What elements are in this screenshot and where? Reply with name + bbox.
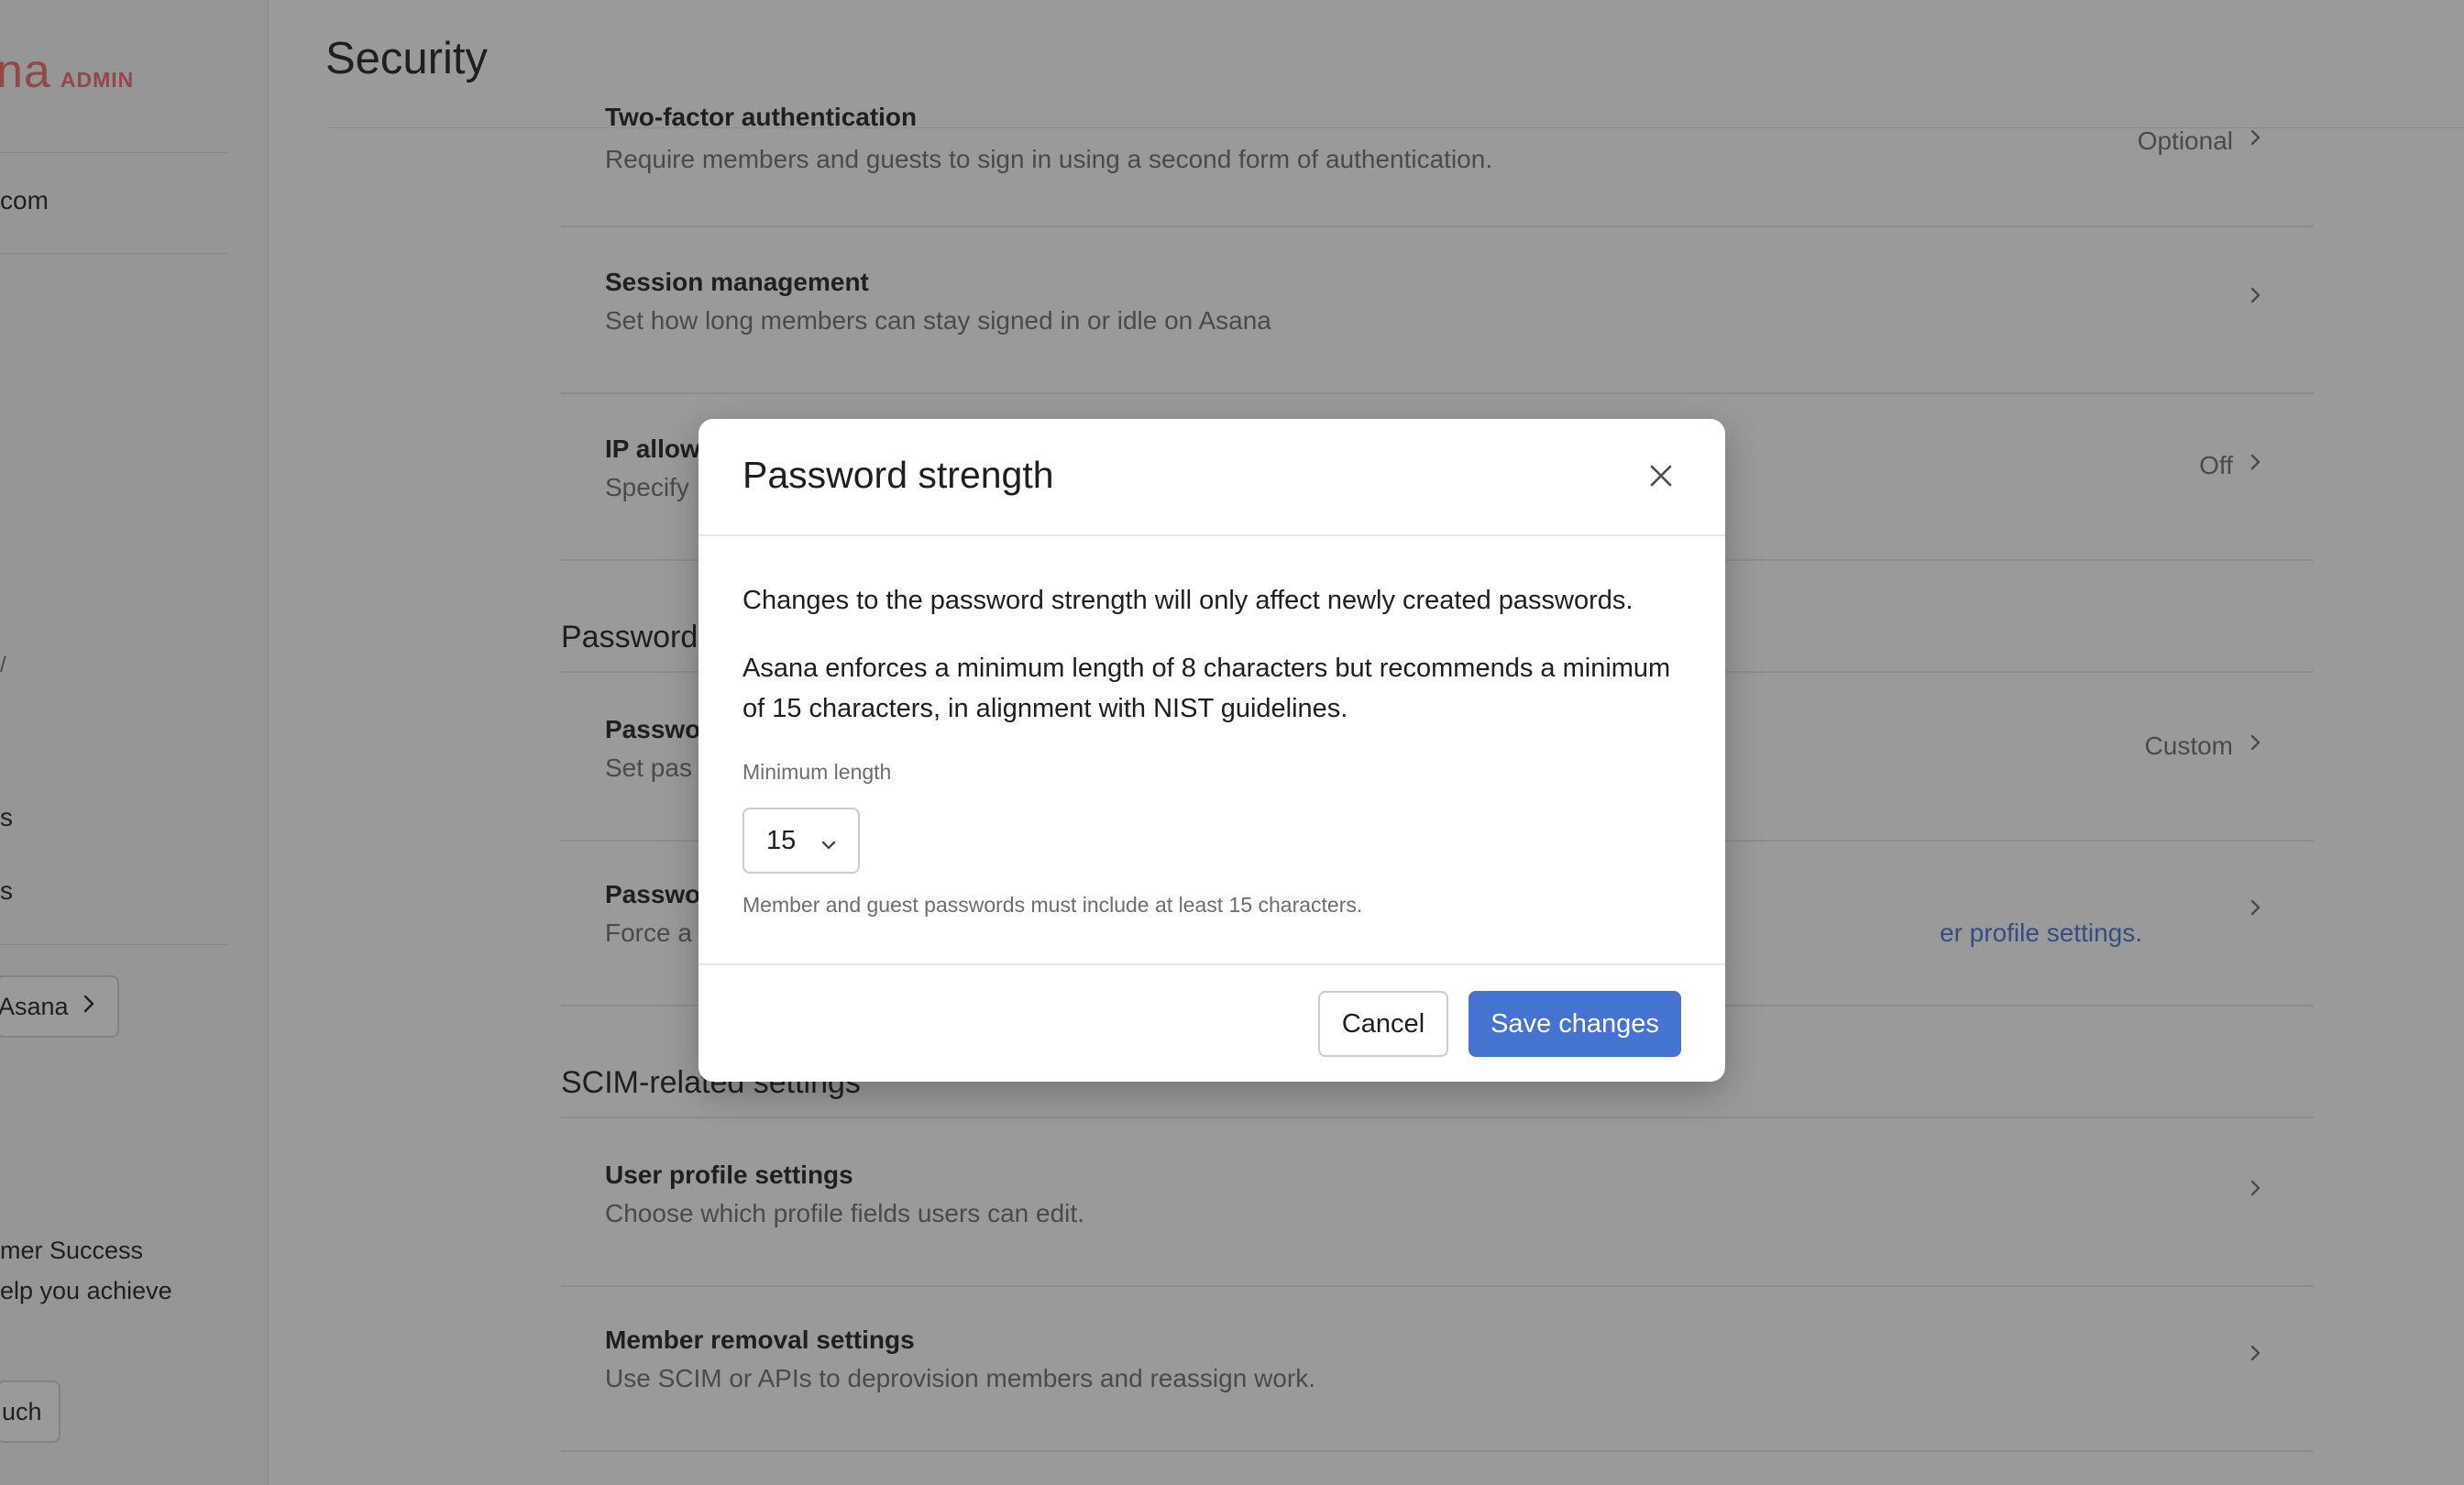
selected-value: 15 xyxy=(766,825,797,855)
dialog-title: Password strength xyxy=(742,454,1054,496)
minimum-length-select[interactable]: 15 xyxy=(742,808,860,874)
cancel-button[interactable]: Cancel xyxy=(1318,991,1448,1057)
save-changes-button[interactable]: Save changes xyxy=(1468,991,1681,1057)
close-icon xyxy=(1641,465,1681,500)
chevron-down-icon xyxy=(820,831,838,862)
dialog-info-text: Changes to the password strength will on… xyxy=(742,586,1634,615)
dialog-nist-text: Asana enforces a minimum length of 8 cha… xyxy=(742,654,1671,723)
password-strength-dialog: Password strength Changes to the passwor… xyxy=(698,419,1725,1082)
minimum-length-label: Minimum length xyxy=(742,760,892,784)
minimum-length-help: Member and guest passwords must include … xyxy=(742,893,1363,917)
close-button[interactable] xyxy=(1641,456,1681,496)
dialog-footer-divider xyxy=(698,963,1725,965)
dialog-header-divider xyxy=(698,534,1725,536)
